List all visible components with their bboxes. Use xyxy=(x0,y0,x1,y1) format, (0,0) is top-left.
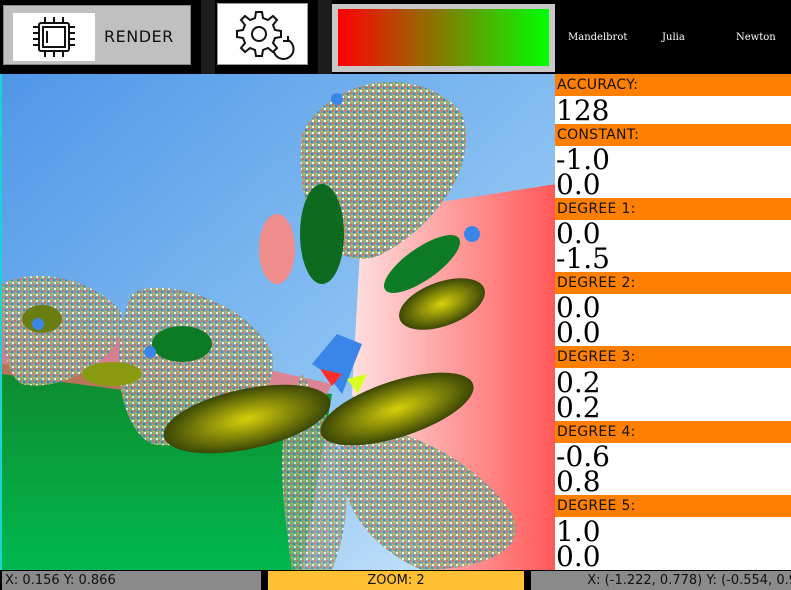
chip-icon xyxy=(13,13,95,61)
parameter-panel: ACCURACY: 128 CONSTANT: -1.0 0.0 DEGREE … xyxy=(555,74,791,571)
degree5-imag-input[interactable]: 0.0 xyxy=(556,543,756,571)
color-gradient-picker[interactable] xyxy=(332,4,555,72)
tab-mandelbrot[interactable]: Mandelbrot xyxy=(568,32,627,43)
cursor-coordinates: X: 0.156 Y: 0.866 xyxy=(2,571,261,590)
settings-button[interactable] xyxy=(217,3,308,65)
fractal-type-tabs: Mandelbrot Julia Newton xyxy=(555,0,791,74)
degree1-imag-input[interactable]: -1.5 xyxy=(556,245,756,273)
status-bar: X: 0.156 Y: 0.866 ZOOM: 2 X: (-1.222, 0.… xyxy=(0,570,791,590)
view-bounds: X: (-1.222, 0.778) Y: (-0.554, 0.9 xyxy=(531,571,791,590)
constant-imag-input[interactable]: 0.0 xyxy=(556,171,756,199)
degree5-header: DEGREE 5: xyxy=(555,495,791,517)
degree3-header: DEGREE 3: xyxy=(555,346,791,368)
toolbar-divider xyxy=(201,0,215,74)
view-bounds-text: X: (-1.222, 0.778) Y: (-0.554, 0.9 xyxy=(587,573,791,588)
gear-refresh-icon xyxy=(236,11,295,60)
degree4-imag-input[interactable]: 0.8 xyxy=(556,468,756,496)
render-label: RENDER xyxy=(104,27,174,46)
zoom-level: ZOOM: 2 xyxy=(268,571,524,590)
accuracy-header: ACCURACY: xyxy=(555,74,791,96)
fractal-canvas[interactable] xyxy=(0,74,555,570)
render-button[interactable]: RENDER xyxy=(3,5,191,65)
tab-newton[interactable]: Newton xyxy=(736,32,776,43)
accuracy-input[interactable]: 128 xyxy=(556,97,756,125)
toolbar-divider xyxy=(318,0,332,74)
color-gradient-bar[interactable] xyxy=(338,9,549,66)
fractal-image xyxy=(2,74,555,570)
tab-julia[interactable]: Julia xyxy=(662,32,685,43)
degree2-imag-input[interactable]: 0.0 xyxy=(556,319,756,347)
toolbar: RENDER Mandelbrot Julia Newton xyxy=(0,0,791,74)
degree3-imag-input[interactable]: 0.2 xyxy=(556,394,756,422)
